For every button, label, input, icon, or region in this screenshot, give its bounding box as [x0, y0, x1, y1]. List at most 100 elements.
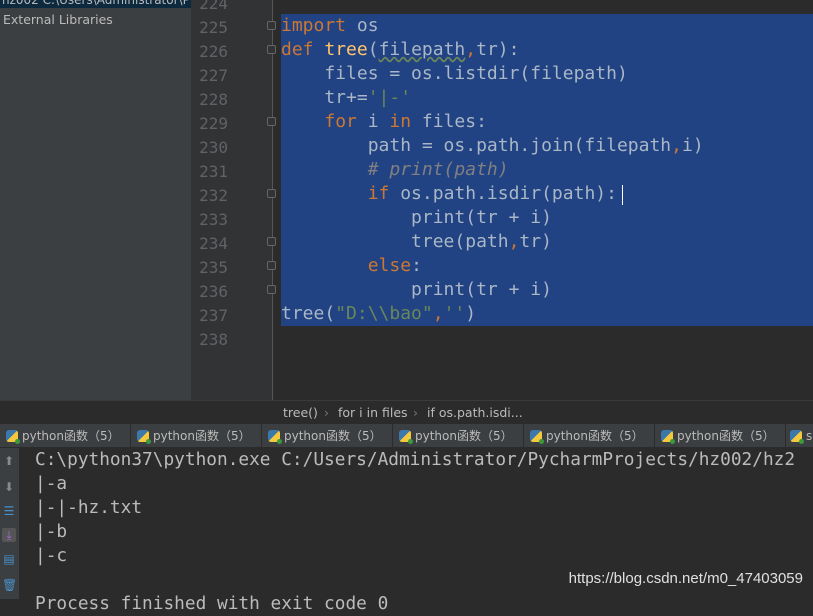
code-token: '' [443, 303, 466, 324]
python-icon [661, 429, 675, 444]
code-line: tree(path,tr) [281, 230, 552, 254]
python-icon [790, 429, 804, 444]
code-editor[interactable]: import os def tree(filepath,tr): files = … [273, 0, 813, 400]
code-token: print(tr + i) [281, 279, 552, 300]
code-token: tr) [519, 231, 552, 252]
line-number: 232 [199, 186, 228, 205]
trash-icon[interactable]: 🗑 [2, 578, 17, 592]
code-line: tree("D:\\bao",'') [281, 302, 476, 326]
line-number: 227 [199, 66, 228, 85]
console-line: C:\python37\python.exe C:/Users/Administ… [35, 449, 796, 470]
run-tab[interactable]: python函数（5） [393, 424, 524, 447]
text-caret [622, 185, 623, 205]
code-line: print(tr + i) [281, 206, 552, 230]
python-icon [268, 429, 282, 444]
line-number: 233 [199, 210, 228, 229]
code-token: ( [367, 39, 379, 60]
chevron-right-icon: › [413, 405, 418, 420]
line-number: 226 [199, 42, 228, 61]
line-number: 235 [199, 258, 228, 277]
code-token: tr+= [281, 87, 368, 108]
breadcrumb-item[interactable]: tree() [283, 405, 318, 420]
code-line: files = os.listdir(filepath) [281, 62, 628, 86]
python-icon [530, 429, 544, 444]
breadcrumb: tree() › for i in files › if os.path.isdi... [0, 400, 813, 424]
down-arrow-icon[interactable]: ⬇ [2, 480, 16, 494]
run-toolbar: ⬆ ⬇ ☰ ⤓ ▤ 🗑 [0, 448, 20, 599]
python-icon [137, 429, 151, 444]
run-tab[interactable]: s [786, 424, 813, 447]
line-number: 229 [199, 114, 228, 133]
code-token: os [346, 15, 379, 36]
soft-wrap-icon[interactable]: ☰ [2, 504, 16, 518]
run-tab-label: python函数（5） [284, 429, 382, 443]
line-number: 238 [199, 330, 228, 349]
run-tab-label: python函数（5） [22, 429, 120, 443]
python-icon [6, 429, 20, 444]
watermark: https://blog.csdn.net/m0_47403059 [568, 570, 803, 587]
code-token: def [281, 39, 325, 60]
line-number: 225 [199, 18, 228, 37]
code-token: i [367, 111, 390, 132]
code-token: i) [681, 135, 704, 156]
code-line: def tree(filepath,tr): [281, 38, 519, 62]
code-token: # print(path) [367, 159, 509, 180]
python-icon [399, 429, 413, 444]
line-number: 231 [199, 162, 228, 181]
console-line: |-|-hz.txt [35, 497, 143, 518]
up-arrow-icon[interactable]: ⬆ [2, 454, 16, 468]
code-token: : [411, 255, 422, 276]
code-line: for i in files: [281, 110, 487, 134]
code-line: # print(path) [281, 158, 509, 182]
project-sidebar: hz002 C:\Users\Administrator\P External … [0, 0, 192, 424]
line-number: 236 [199, 282, 228, 301]
line-number: 234 [199, 234, 228, 253]
code-line: else: [281, 254, 422, 278]
code-line: path = os.path.join(filepath,i) [281, 134, 704, 158]
code-token: files: [421, 111, 487, 132]
code-token: "D:\\bao" [335, 303, 433, 324]
run-tab[interactable]: python函数（5） [262, 424, 393, 447]
editor-gutter: 224 225 226 227 228 229 230 231 232 233 234 235 236 2… [192, 0, 276, 400]
run-tab[interactable]: python函数（5） [131, 424, 262, 447]
code-token: filepath [378, 39, 466, 60]
code-token: , [465, 39, 477, 60]
code-line: print(tr + i) [281, 278, 552, 302]
code-token: tree [324, 39, 368, 60]
code-token: , [508, 231, 520, 252]
code-line: tr+='|-' [281, 86, 411, 110]
run-tab-label: python函数（5） [153, 429, 251, 443]
code-token: else [367, 255, 412, 276]
console-line: |-c [35, 545, 68, 566]
project-root-row[interactable]: hz002 C:\Users\Administrator\P [0, 0, 191, 8]
scroll-to-end-icon[interactable]: ⤓ [2, 528, 16, 542]
print-icon[interactable]: ▤ [2, 552, 16, 566]
run-tab[interactable]: python函数（5） [655, 424, 786, 447]
run-tab-label: python函数（5） [677, 429, 775, 443]
code-token: , [671, 135, 682, 156]
code-token: tree( [281, 303, 336, 324]
code-token: files = os.listdir(filepath) [281, 63, 628, 84]
run-tab[interactable]: python函数（5） [524, 424, 655, 447]
code-token: for [324, 111, 368, 132]
run-tabs-bar: python函数（5） python函数（5） python函数（5） python函… [0, 424, 813, 448]
code-token: import [281, 15, 347, 36]
run-tab-label: python函数（5） [415, 429, 513, 443]
sidebar-item-external-libraries[interactable]: External Libraries [3, 12, 113, 27]
code-token: tr): [476, 39, 520, 60]
breadcrumb-item[interactable]: if os.path.isdi... [427, 405, 523, 420]
breadcrumb-item[interactable]: for i in files [338, 405, 408, 420]
code-line: import os [281, 14, 379, 38]
line-number: 230 [199, 138, 228, 157]
code-token: ) [465, 303, 477, 324]
code-token: tree(path [281, 231, 509, 252]
console-line: |-a [35, 473, 68, 494]
code-line: if os.path.isdir(path): [281, 182, 617, 206]
line-number: 228 [199, 90, 228, 109]
run-tab[interactable]: python函数（5） [0, 424, 131, 447]
code-token: in [389, 111, 422, 132]
line-number: 237 [199, 306, 228, 325]
